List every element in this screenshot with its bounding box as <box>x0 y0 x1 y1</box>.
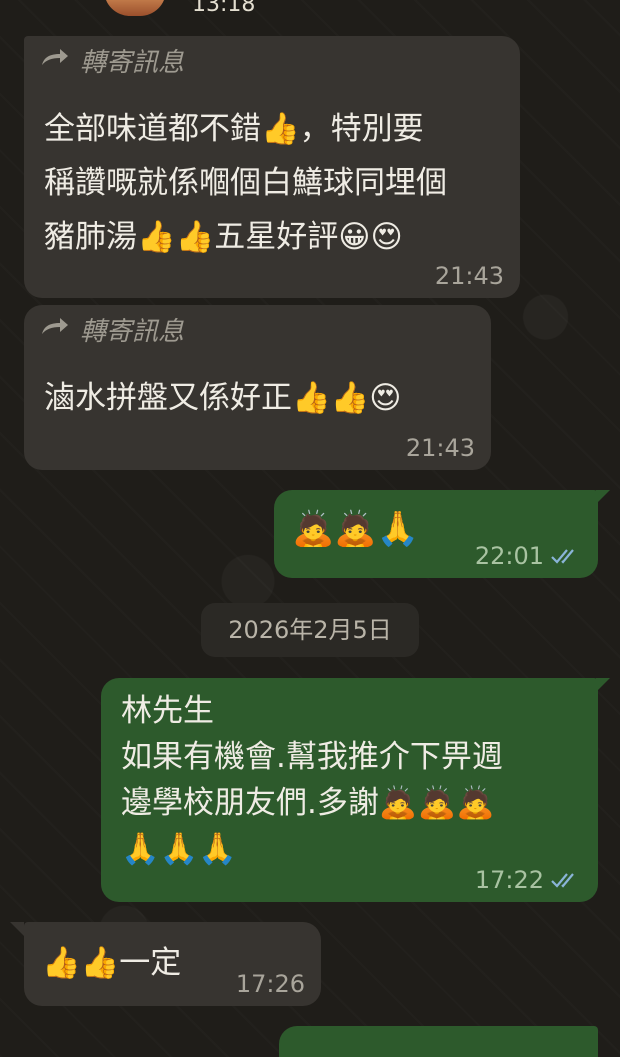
forwarded-indicator: 轉寄訊息 <box>40 42 184 79</box>
message-line: 邊學校朋友們.多謝🙇🙇🙇 <box>121 785 495 821</box>
message-time: 22:01 <box>474 542 544 570</box>
date-separator: 2026年2月5日 <box>201 603 419 657</box>
message-line: 滷水拼盤又係好正👍👍😍 <box>44 380 402 416</box>
message-line: 👍👍一定 <box>42 945 182 981</box>
message-bubble-incoming[interactable]: 👍👍一定 17:26 <box>24 922 321 1006</box>
forward-arrow-icon <box>40 315 70 345</box>
message-line: 🙇🙇🙏 <box>292 509 420 549</box>
message-time: 17:26 <box>235 970 305 998</box>
contact-avatar[interactable] <box>104 0 166 16</box>
read-ticks-icon <box>550 546 582 566</box>
bubble-tail <box>596 678 610 692</box>
message-time: 21:43 <box>405 434 475 462</box>
message-time: 21:43 <box>434 262 504 290</box>
read-ticks-icon <box>550 870 582 890</box>
message-line: 如果有機會.幫我推介下畀週 <box>121 739 503 775</box>
message-meta: 17:26 <box>236 970 305 998</box>
message-meta: 22:01 <box>475 542 582 570</box>
message-bubble-outgoing-partial[interactable] <box>279 1026 598 1057</box>
bubble-tail <box>10 922 24 936</box>
message-meta: 21:43 <box>435 262 504 290</box>
message-line: 全部味道都不錯👍，特別要 <box>44 111 424 147</box>
message-time: 17:22 <box>474 866 544 894</box>
message-meta: 17:22 <box>475 866 582 894</box>
message-line: 稱讚嘅就係嗰個白鱔球同埋個 <box>44 165 447 201</box>
message-meta: 21:43 <box>406 434 475 462</box>
forwarded-label: 轉寄訊息 <box>80 48 185 78</box>
chat-header-strip: 13:18 <box>0 0 620 22</box>
bubble-tail <box>596 490 610 504</box>
message-bubble-incoming[interactable]: 轉寄訊息 全部味道都不錯👍，特別要 稱讚嘅就係嗰個白鱔球同埋個 豬肺湯👍👍五星好… <box>24 36 520 298</box>
message-bubble-outgoing[interactable]: 林先生 如果有機會.幫我推介下畀週 邊學校朋友們.多謝🙇🙇🙇 🙏🙏🙏 17:22 <box>101 678 598 902</box>
forward-arrow-icon <box>40 46 70 76</box>
message-line: 豬肺湯👍👍五星好評😀😍 <box>44 219 403 255</box>
message-line: 林先生 <box>121 693 214 729</box>
header-time: 13:18 <box>192 0 256 17</box>
forwarded-indicator: 轉寄訊息 <box>40 311 184 348</box>
forwarded-label: 轉寄訊息 <box>80 317 185 347</box>
message-bubble-incoming[interactable]: 轉寄訊息 滷水拼盤又係好正👍👍😍 21:43 <box>24 305 491 470</box>
message-bubble-outgoing[interactable]: 🙇🙇🙏 22:01 <box>274 490 598 578</box>
